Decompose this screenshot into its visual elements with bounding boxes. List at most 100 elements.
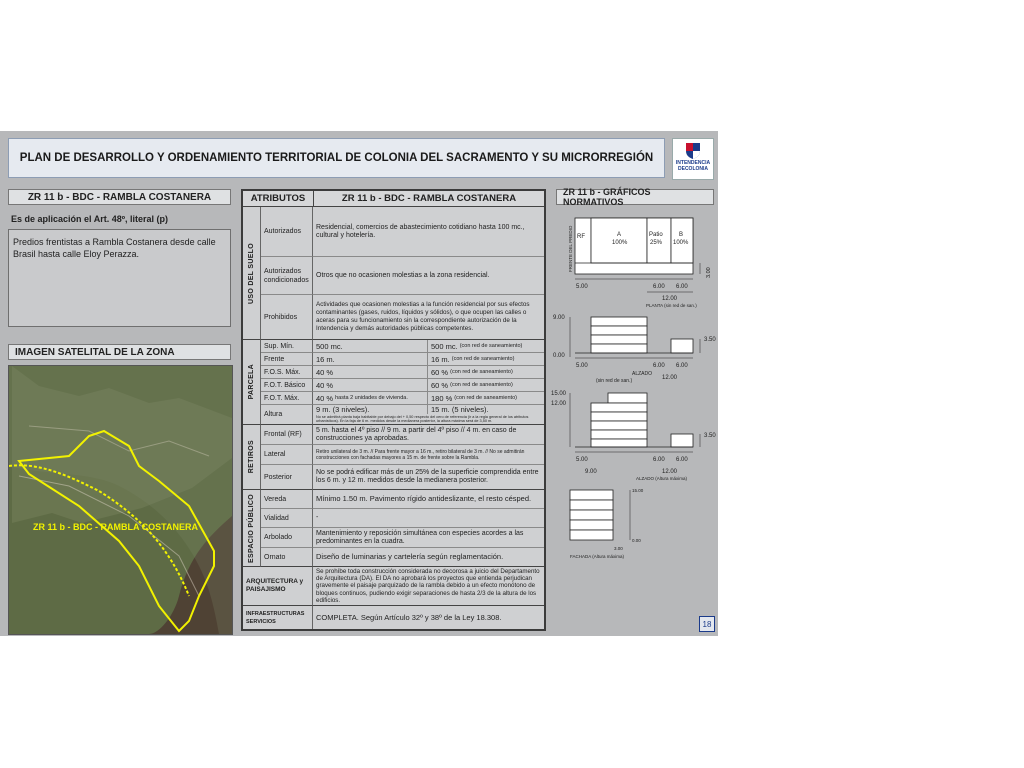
col-attributes: ATRIBUTOS [243, 191, 314, 206]
row-label: Vereda [261, 490, 313, 509]
svg-text:PLANTA (sin red de san.): PLANTA (sin red de san.) [646, 303, 697, 308]
row-label: Lateral [261, 445, 313, 465]
row-label: Prohibidos [261, 295, 313, 340]
row-label: Autorizados condicionados [261, 257, 313, 295]
svg-text:25%: 25% [650, 240, 663, 246]
svg-text:15.00: 15.00 [632, 488, 644, 493]
svg-text:RF: RF [577, 234, 585, 240]
group-uso-suelo: USO DEL SUELO [243, 207, 261, 340]
row-value: 60 % (con red de saneamiento) [428, 366, 544, 379]
svg-text:6.00: 6.00 [653, 284, 665, 290]
satellite-title: IMAGEN SATELITAL DE LA ZONA [8, 344, 231, 360]
svg-text:100%: 100% [612, 240, 628, 246]
svg-text:(sin red de san.): (sin red de san.) [596, 378, 632, 384]
svg-text:6.00: 6.00 [676, 457, 688, 463]
svg-text:5.00: 5.00 [576, 457, 588, 463]
attributes-table: ATRIBUTOS ZR 11 b - BDC - RAMBLA COSTANE… [241, 189, 546, 631]
satellite-image: ZR 11 b - BDC - RAMBLA COSTANERA [8, 365, 233, 635]
row-label: Frente [261, 353, 313, 366]
map-label: ZR 11 b - BDC - RAMBLA COSTANERA [33, 522, 198, 532]
zone-description: Predios frentistas a Rambla Costanera de… [8, 229, 231, 327]
svg-text:0.00: 0.00 [632, 538, 641, 543]
row-label: Sup. Mín. [261, 340, 313, 353]
row-value: 500 mc. [313, 340, 428, 353]
row-value: - [313, 509, 544, 528]
row-label: Posterior [261, 465, 313, 490]
group-retiros: RETIROS [243, 425, 261, 490]
svg-text:6.00: 6.00 [676, 284, 688, 290]
infra-label: INFRAESTRUCTURAS SERVICIOS [243, 606, 313, 629]
row-value: No se podrá edificar más de un 25% de la… [313, 465, 544, 490]
svg-text:3.00: 3.00 [614, 546, 623, 551]
svg-text:0.00: 0.00 [553, 353, 565, 359]
svg-text:B: B [679, 232, 683, 238]
row-label: Altura [261, 405, 313, 425]
group-espacio-publico: ESPACIO PÚBLICO [243, 490, 261, 567]
row-value: 5 m. hasta el 4º piso // 9 m. a partir d… [313, 425, 544, 445]
svg-text:100%: 100% [673, 240, 689, 246]
svg-text:6.00: 6.00 [653, 457, 665, 463]
infra-value: COMPLETA. Según Artículo 32º y 38º de la… [316, 612, 502, 622]
svg-text:ALZADO (Altura máxima): ALZADO (Altura máxima) [636, 476, 688, 481]
intendencia-logo: INTENDENCIA DECOLONIA [672, 138, 714, 180]
svg-text:5.00: 5.00 [576, 284, 588, 290]
svg-text:12.00: 12.00 [662, 296, 678, 302]
altura-note: No se admitirá planta baja habitable por… [313, 414, 544, 425]
group-parcela: PARCELA [243, 340, 261, 425]
row-value: 60 % (con red de saneamiento) [428, 379, 544, 392]
page-number: 18 [699, 616, 715, 632]
svg-text:3.50: 3.50 [704, 337, 716, 343]
zone-title: ZR 11 b - BDC - RAMBLA COSTANERA [8, 189, 231, 205]
row-label: Frontal (RF) [261, 425, 313, 445]
svg-text:6.00: 6.00 [676, 363, 688, 369]
svg-text:3.50: 3.50 [704, 433, 716, 439]
row-value: Actividades que ocasionen molestias a la… [313, 295, 544, 340]
row-value: Otros que no ocasionen molestias a la zo… [313, 257, 544, 295]
row-value: 40 % [313, 366, 428, 379]
svg-text:12.00: 12.00 [662, 375, 678, 381]
logo-text-2: DECOLONIA [677, 166, 708, 172]
row-value: Mínimo 1.50 m. Pavimento rígido antidesl… [313, 490, 544, 509]
arq-label: ARQUITECTURA y PAISAJISMO [243, 567, 313, 606]
row-value: 15 m. (5 niveles). [431, 405, 489, 414]
row-value: 40 % [313, 379, 428, 392]
frente-label: FRENTE DEL PREDIO [568, 225, 573, 272]
svg-text:FACHADA (Altura máxima): FACHADA (Altura máxima) [570, 554, 625, 559]
row-value: Diseño de luminarias y cartelería según … [313, 548, 544, 567]
table-header: ATRIBUTOS ZR 11 b - BDC - RAMBLA COSTANE… [243, 191, 544, 207]
row-value: 500 mc. (con red de saneamiento) [428, 340, 544, 353]
row-label: Ornato [261, 548, 313, 567]
svg-text:A: A [617, 232, 621, 238]
page-title: PLAN DE DESARROLLO Y ORDENAMIENTO TERRIT… [8, 138, 665, 178]
slide: PLAN DE DESARROLLO Y ORDENAMIENTO TERRIT… [0, 131, 718, 636]
svg-text:5.00: 5.00 [576, 363, 588, 369]
row-value: 16 m. (con red de saneamiento) [428, 353, 544, 366]
row-label: Vialidad [261, 509, 313, 528]
row-label: Autorizados [261, 207, 313, 257]
row-label: F.O.T. Máx. [261, 392, 313, 405]
row-value: 40 % hasta 2 unidades de vivienda. [313, 392, 428, 405]
row-value: 9 m. (3 niveles). [313, 405, 428, 414]
svg-text:12.00: 12.00 [551, 401, 567, 407]
row-label: F.O.S. Máx. [261, 366, 313, 379]
svg-text:6.00: 6.00 [653, 363, 665, 369]
row-label: F.O.T. Básico [261, 379, 313, 392]
svg-text:15.00: 15.00 [551, 391, 567, 397]
col-zone: ZR 11 b - BDC - RAMBLA COSTANERA [341, 193, 517, 204]
row-value: Mantenimiento y reposición simultánea co… [313, 528, 544, 548]
normative-graphics: FRENTE DEL PREDIO RF A 100% Patio 25% B … [551, 217, 716, 559]
row-label: Arbolado [261, 528, 313, 548]
svg-text:ALZADO: ALZADO [632, 371, 652, 377]
application-text: Es de aplicación el Art. 48º, literal (p… [11, 214, 169, 224]
svg-text:9.00: 9.00 [553, 315, 565, 321]
shield-icon [686, 143, 700, 159]
svg-text:12.00: 12.00 [662, 469, 678, 475]
row-value: 180 % (con red de saneamiento) [428, 392, 544, 405]
row-value: 16 m. [313, 353, 428, 366]
arq-value: Se prohíbe toda construcción considerada… [313, 567, 544, 606]
svg-text:Patio: Patio [649, 232, 663, 238]
svg-text:3.00: 3.00 [706, 267, 712, 278]
svg-text:9.00: 9.00 [585, 469, 597, 475]
row-value: Residencial, comercios de abastecimiento… [313, 207, 544, 257]
graphics-title: ZR 11 b - GRÁFICOS NORMATIVOS [556, 187, 714, 207]
